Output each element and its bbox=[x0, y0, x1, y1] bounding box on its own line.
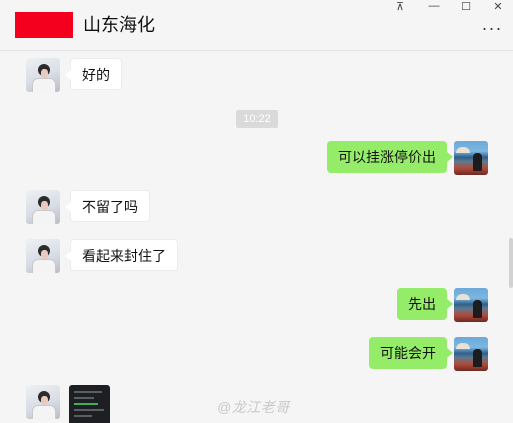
incoming-message[interactable]: 不留了吗 bbox=[65, 190, 150, 222]
pin-icon[interactable]: ⊼ bbox=[390, 0, 410, 13]
redacted-block bbox=[15, 12, 73, 38]
time-stamp: 10:22 bbox=[236, 110, 278, 128]
contact-avatar[interactable] bbox=[26, 190, 60, 224]
scrollbar[interactable] bbox=[509, 238, 513, 288]
chat-window: 山东海化 ⊼ — ☐ ✕ ··· 好的 10:22 可以挂涨停价出 不留了吗 看… bbox=[0, 0, 513, 423]
self-avatar[interactable] bbox=[454, 141, 488, 175]
self-avatar[interactable] bbox=[454, 337, 488, 371]
image-message-thumbnail[interactable] bbox=[69, 385, 110, 423]
contact-avatar[interactable] bbox=[26, 385, 60, 419]
watermark: @龙江老哥 bbox=[217, 399, 290, 415]
self-avatar[interactable] bbox=[454, 288, 488, 322]
maximize-icon[interactable]: ☐ bbox=[456, 0, 476, 13]
chat-title: 山东海化 bbox=[83, 15, 155, 35]
title-bar: 山东海化 ⊼ — ☐ ✕ ··· bbox=[0, 0, 513, 51]
more-options-icon[interactable]: ··· bbox=[480, 18, 504, 38]
outgoing-message[interactable]: 先出 bbox=[397, 288, 453, 320]
outgoing-message[interactable]: 可以挂涨停价出 bbox=[327, 141, 453, 173]
outgoing-message[interactable]: 可能会开 bbox=[369, 337, 453, 369]
close-icon[interactable]: ✕ bbox=[488, 0, 508, 13]
contact-avatar[interactable] bbox=[26, 239, 60, 273]
incoming-message[interactable]: 好的 bbox=[65, 58, 122, 90]
minimize-icon[interactable]: — bbox=[424, 0, 444, 12]
incoming-message[interactable]: 看起来封住了 bbox=[65, 239, 178, 271]
contact-avatar[interactable] bbox=[26, 58, 60, 92]
